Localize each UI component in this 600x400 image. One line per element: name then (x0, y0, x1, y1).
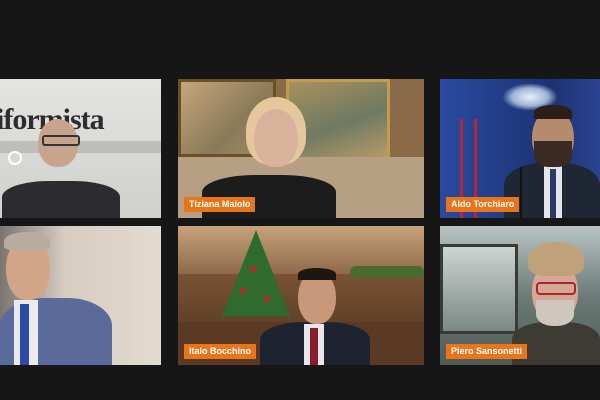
eyeglasses (536, 282, 576, 295)
frame (440, 244, 518, 334)
person-head (254, 109, 298, 167)
name-tag: Tiziana Maiolo (184, 197, 256, 212)
ornament (250, 266, 256, 272)
christmas-tree (222, 230, 290, 316)
video-tile-4[interactable] (0, 226, 161, 365)
video-tile-1[interactable]: iformista (0, 79, 161, 218)
person-beard (536, 300, 574, 326)
tie (310, 328, 318, 365)
person-hair (4, 232, 50, 250)
tie (20, 304, 29, 365)
video-tile-6[interactable]: Piero Sansonetti (440, 226, 600, 365)
garland (350, 266, 424, 278)
person-hair (528, 242, 584, 276)
video-tile-5[interactable]: Italo Bocchino (178, 226, 424, 365)
person-body (2, 181, 120, 218)
name-tag: Italo Bocchino (184, 344, 257, 359)
ornament (240, 288, 246, 294)
tie (550, 169, 556, 218)
name-tag: Piero Sansonetti (446, 344, 528, 359)
person-hair (534, 105, 572, 119)
video-tile-3[interactable]: Aldo Torchiaro (440, 79, 600, 218)
name-tag: Aldo Torchiaro (446, 197, 520, 212)
person-hair (298, 268, 336, 280)
wall-panel (0, 141, 161, 153)
light-ring (8, 151, 22, 165)
ornament (264, 296, 270, 302)
eyeglasses (42, 135, 80, 146)
person-beard (534, 141, 572, 167)
microphone-stand (520, 167, 522, 218)
video-tile-2[interactable]: Tiziana Maiolo (178, 79, 424, 218)
